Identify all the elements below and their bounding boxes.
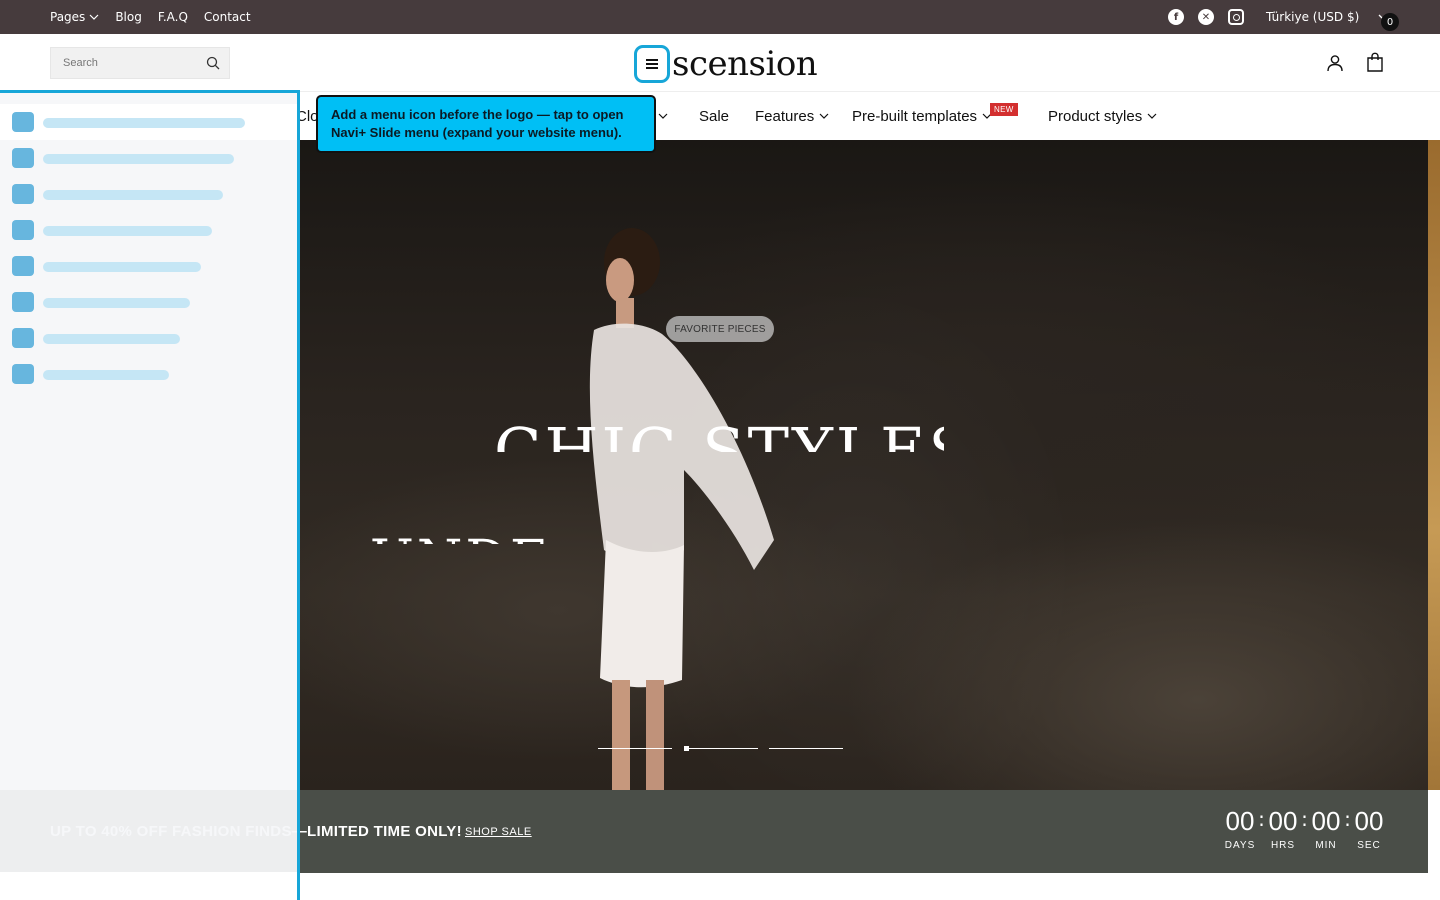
nav-item-sale[interactable]: Sale: [699, 92, 729, 140]
next-slide-edge: [1428, 140, 1440, 790]
currency-selector[interactable]: Türkiye (USD $): [1266, 0, 1359, 34]
menu-item-icon: [12, 292, 34, 312]
top-nav-pages[interactable]: Pages: [50, 10, 99, 24]
countdown-hours-value: 00: [1268, 806, 1298, 836]
nav-item-product-styles-label: Product styles: [1048, 107, 1143, 125]
user-icon[interactable]: [1326, 54, 1344, 72]
countdown-hours: 00 HRS: [1265, 806, 1301, 851]
menu-item-placeholder: [43, 118, 245, 128]
menu-item-placeholder: [43, 298, 190, 308]
hero-slideshow[interactable]: FAVORITE PIECES CHIC STYLES UNDE: [298, 140, 1428, 790]
menu-item-icon: [12, 328, 34, 348]
nav-item-features[interactable]: Features: [755, 92, 829, 140]
slide-menu-item[interactable]: [0, 248, 297, 284]
menu-item-icon: [12, 256, 34, 276]
countdown-separator: :: [1258, 807, 1265, 831]
countdown-timer: 00 DAYS : 00 HRS : 00 MIN : 00 SEC: [1222, 806, 1387, 851]
slide-menu-item[interactable]: [0, 176, 297, 212]
countdown-hours-label: HRS: [1270, 840, 1296, 851]
nav-item-pre-built-templates[interactable]: Pre-built templates: [852, 92, 992, 140]
slide-indicator-1[interactable]: [598, 748, 672, 749]
slide-menu-footer: [0, 872, 297, 900]
slide-menu-item[interactable]: [0, 104, 297, 140]
menu-item-placeholder: [43, 370, 169, 380]
hero-subline-text: UNDE: [370, 534, 551, 544]
menu-item-placeholder: [43, 226, 212, 236]
chevron-down-icon[interactable]: [658, 111, 668, 121]
countdown-separator: :: [1344, 807, 1351, 831]
countdown-separator: :: [1301, 807, 1308, 831]
nav-item-pre-built-templates-label: Pre-built templates: [852, 107, 978, 125]
menu-item-icon: [12, 112, 34, 132]
menu-item-placeholder: [43, 190, 223, 200]
menu-item-icon: [12, 148, 34, 168]
countdown-seconds: 00 SEC: [1351, 806, 1387, 851]
hamburger-menu-icon[interactable]: [634, 45, 670, 83]
search-box: [50, 47, 230, 79]
slide-menu-item[interactable]: [0, 284, 297, 320]
hero-headline-text: CHIC STYLES: [494, 414, 944, 453]
countdown-seconds-label: SEC: [1357, 840, 1381, 851]
nav-item-sale-label: Sale: [699, 107, 730, 125]
chevron-down-icon: [1147, 113, 1157, 119]
chevron-down-icon: [819, 113, 829, 119]
countdown-days-value: 00: [1225, 806, 1255, 836]
countdown-seconds-value: 00: [1354, 806, 1384, 836]
chevron-down-icon: [89, 14, 99, 20]
hero-model-image: [589, 228, 774, 790]
slide-indicator-3[interactable]: [769, 748, 843, 749]
top-nav-contact[interactable]: Contact: [204, 10, 251, 24]
search-icon[interactable]: [206, 56, 220, 70]
new-badge: NEW: [990, 103, 1018, 116]
top-nav: Pages Blog F.A.Q Contact: [50, 0, 251, 34]
slide-indicators: [598, 746, 846, 751]
menu-item-icon: [12, 184, 34, 204]
slide-menu-item[interactable]: [0, 320, 297, 356]
countdown-minutes-label: MIN: [1315, 840, 1337, 851]
menu-item-icon: [12, 364, 34, 384]
top-nav-blog[interactable]: Blog: [115, 10, 142, 24]
nav-item-product-styles[interactable]: Product styles: [1048, 92, 1157, 140]
countdown-days-label: DAYS: [1224, 840, 1256, 851]
facebook-icon[interactable]: f: [1168, 9, 1184, 25]
top-nav-faq[interactable]: F.A.Q: [158, 10, 188, 24]
favorite-pieces-pill: FAVORITE PIECES: [666, 316, 774, 342]
x-icon[interactable]: ✕: [1198, 9, 1214, 25]
search-input[interactable]: [51, 48, 191, 78]
menu-icon-tooltip: Add a menu icon before the logo — tap to…: [316, 95, 656, 153]
menu-item-placeholder: [43, 154, 234, 164]
nav-item-features-label: Features: [755, 107, 815, 125]
countdown-minutes-value: 00: [1311, 806, 1341, 836]
top-nav-pages-label: Pages: [50, 10, 86, 24]
slide-menu-item[interactable]: [0, 212, 297, 248]
logo-text: scension: [672, 44, 818, 84]
logo[interactable]: scension: [634, 43, 818, 85]
cart-count-badge: 0: [1381, 13, 1399, 31]
social-links: f ✕: [1168, 9, 1244, 25]
shop-sale-link[interactable]: SHOP SALE: [465, 790, 532, 873]
slide-indicator-2[interactable]: [684, 748, 758, 749]
slide-menu-panel[interactable]: [0, 90, 300, 900]
slide-menu-item[interactable]: [0, 140, 297, 176]
menu-item-placeholder: [43, 262, 201, 272]
hero-headline: CHIC STYLES: [494, 408, 944, 453]
instagram-icon[interactable]: [1228, 9, 1244, 25]
hero-subline: UNDE: [370, 530, 670, 544]
shopping-bag-icon[interactable]: [1366, 52, 1384, 72]
menu-item-icon: [12, 220, 34, 240]
countdown-minutes: 00 MIN: [1308, 806, 1344, 851]
site-header: scension: [0, 34, 1440, 92]
slide-indicator-knob: [684, 746, 689, 751]
menu-item-placeholder: [43, 334, 180, 344]
countdown-days: 00 DAYS: [1222, 806, 1258, 851]
top-utility-bar: Pages Blog F.A.Q Contact f ✕ Türkiye (US…: [0, 0, 1440, 34]
slide-menu-item[interactable]: [0, 356, 297, 392]
